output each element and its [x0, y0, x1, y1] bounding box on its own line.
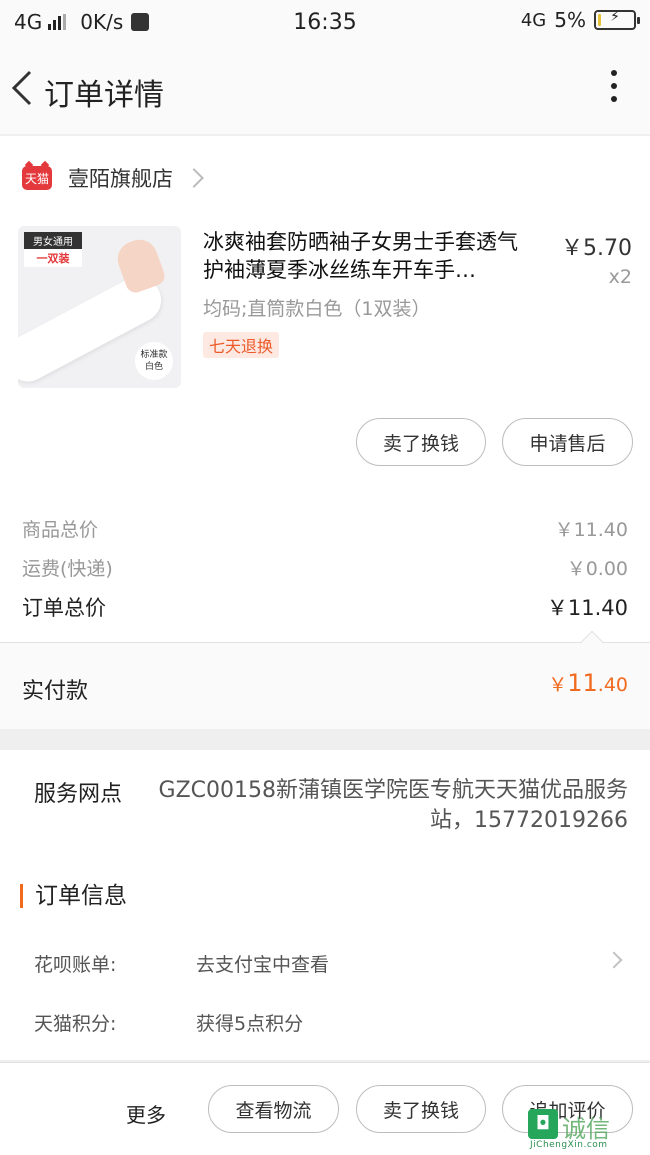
product-quantity: x2 [608, 266, 632, 288]
shipping-value: ￥0.00 [566, 558, 628, 580]
product-image[interactable]: 男女通用 一双装 标准款 白色 [18, 226, 181, 388]
image-tag-bottom: 一双装 [24, 249, 82, 267]
status-bar: 4G 0K/s 16:35 4G 5% ⚡ [0, 0, 650, 46]
sell-for-cash-button[interactable]: 卖了换钱 [356, 418, 486, 466]
image-tag-top: 男女通用 [24, 232, 82, 249]
more-menu-icon[interactable] [608, 70, 620, 110]
back-icon[interactable] [8, 66, 38, 110]
network-type-right: 4G [520, 9, 547, 31]
paid-label: 实付款 [22, 679, 89, 704]
shop-name: 壹陌旗舰店 [68, 167, 173, 191]
battery-icon: ⚡ [594, 9, 640, 30]
goods-total-value: ￥11.40 [554, 519, 628, 541]
watermark-logo-icon: ◘ [528, 1109, 558, 1139]
battery-percent: 5% [554, 8, 586, 32]
tmall-points-value: 获得5点积分 [196, 1013, 304, 1035]
goods-total-row: 商品总价 ￥11.40 [22, 515, 628, 542]
product-spec: 均码;直筒款白色（1双装） [203, 298, 431, 320]
tmall-icon: 天猫 [22, 166, 52, 190]
service-section: 服务网点 GZC00158新蒲镇医学院医专航天天猫优品服务站，157720192… [0, 750, 650, 1060]
after-sale-button[interactable]: 申请售后 [502, 418, 633, 466]
product-title[interactable]: 冰爽袖套防晒袖子女男士手套透气护袖薄夏季冰丝练车开车手… [203, 228, 537, 284]
service-label: 服务网点 [34, 782, 123, 807]
order-total-row: 订单总价 ￥11.40 [22, 592, 628, 622]
tmall-points-row: 天猫积分: 获得5点积分 [34, 1009, 634, 1036]
paid-section: 实付款 ￥11.40 [0, 643, 650, 729]
huabei-row[interactable]: 花呗账单: 去支付宝中查看 [34, 950, 634, 977]
order-info-title: 订单信息 [20, 884, 127, 908]
product-price: ￥5.70 [561, 236, 632, 261]
huabei-value: 去支付宝中查看 [196, 954, 330, 976]
shipping-row: 运费(快递) ￥0.00 [22, 554, 628, 581]
service-text: GZC00158新蒲镇医学院医专航天天猫优品服务站，15772019266 [158, 778, 628, 833]
page-title: 订单详情 [44, 78, 164, 113]
app-header: 订单详情 [0, 46, 650, 134]
status-right: 4G 5% ⚡ [520, 8, 640, 32]
watermark-url: JiChengXin.com [530, 1140, 608, 1150]
more-button[interactable]: 更多 [126, 1099, 166, 1128]
watermark-text: 诚信 [562, 1115, 610, 1143]
divider [0, 642, 650, 643]
shipping-label: 运费(快递) [22, 558, 113, 580]
sell-for-cash-bottom-button[interactable]: 卖了换钱 [356, 1085, 486, 1133]
huabei-label: 花呗账单: [34, 954, 117, 976]
paid-amount: ￥11.40 [548, 669, 628, 697]
goods-total-label: 商品总价 [22, 519, 99, 541]
order-total-label: 订单总价 [22, 596, 106, 620]
paid-integer: 11 [567, 669, 598, 697]
view-logistics-button[interactable]: 查看物流 [208, 1085, 339, 1133]
paid-decimal: .40 [597, 674, 628, 696]
shop-link[interactable]: 天猫 壹陌旗舰店 [22, 163, 204, 193]
image-badge-line2: 白色 [144, 362, 163, 372]
product-image-tag: 男女通用 一双装 [24, 232, 82, 267]
order-card: 天猫 壹陌旗舰店 男女通用 一双装 标准款 白色 冰爽袖套防晒袖子女男士手套透气… [0, 136, 650, 729]
tmall-points-label: 天猫积分: [34, 1013, 117, 1035]
site-watermark: ◘ 诚信 JiChengXin.com [528, 1109, 646, 1151]
image-badge: 标准款 白色 [135, 342, 173, 380]
image-badge-line1: 标准款 [140, 350, 168, 360]
paid-currency: ￥ [548, 674, 568, 696]
order-total-value: ￥11.40 [546, 596, 628, 620]
return-policy-badge: 七天退换 [203, 332, 280, 358]
chevron-right-icon [184, 168, 204, 188]
